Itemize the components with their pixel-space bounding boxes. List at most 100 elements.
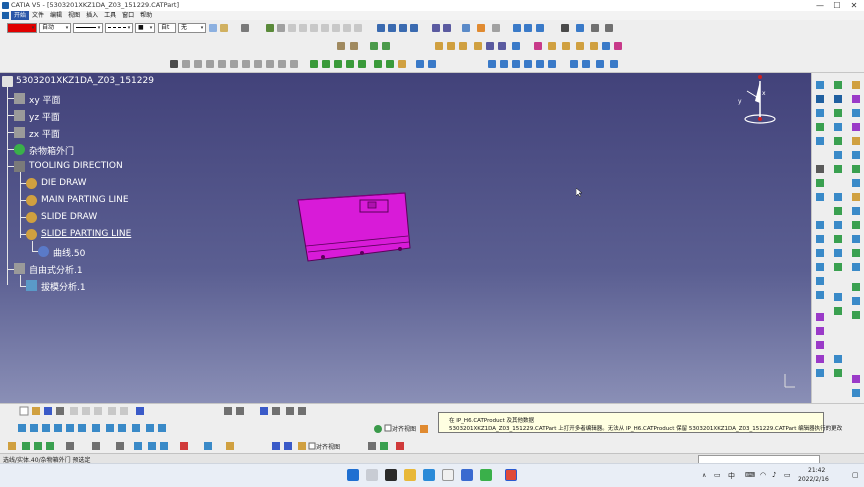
paint-icon[interactable]	[220, 24, 228, 32]
plane-icon[interactable]	[288, 24, 296, 32]
shading-icon[interactable]	[596, 60, 604, 68]
tool-icon[interactable]	[816, 235, 824, 243]
app-icon[interactable]	[442, 469, 454, 481]
snap-point-icon[interactable]	[416, 60, 424, 68]
rectangle-icon[interactable]	[218, 60, 226, 68]
plane-icon[interactable]	[14, 93, 25, 104]
tool-icon[interactable]	[66, 442, 74, 450]
tool-icon[interactable]	[420, 425, 428, 433]
sketch-tools-icon[interactable]	[428, 60, 436, 68]
tool-icon[interactable]	[852, 123, 860, 131]
body-icon[interactable]	[14, 144, 25, 155]
tool-icon[interactable]	[92, 442, 100, 450]
point-symbol-combo[interactable]: ■ ▾	[135, 23, 155, 33]
tool-icon[interactable]	[368, 442, 376, 450]
trim-icon[interactable]	[536, 24, 544, 32]
boolean-icon[interactable]	[486, 42, 494, 50]
shaft-icon[interactable]	[370, 42, 378, 50]
tool-icon[interactable]	[834, 151, 842, 159]
undo-icon[interactable]	[108, 407, 116, 415]
ime-icon[interactable]: ⌨	[745, 471, 755, 479]
wifi-icon[interactable]: ◠	[760, 471, 766, 479]
tool-icon[interactable]	[834, 123, 842, 131]
tool-icon[interactable]	[816, 291, 824, 299]
tool-icon[interactable]	[34, 442, 42, 450]
tool-icon[interactable]	[834, 109, 842, 117]
grid-icon[interactable]	[277, 24, 285, 32]
plane-icon[interactable]	[14, 127, 25, 138]
multi-view-icon[interactable]	[106, 424, 114, 432]
tool-icon[interactable]	[834, 235, 842, 243]
catia-taskbar-icon[interactable]	[505, 469, 517, 481]
align-view-checkbox-2[interactable]	[308, 442, 316, 450]
tool-icon[interactable]	[816, 137, 824, 145]
ime-indicator[interactable]: 中	[728, 471, 735, 481]
tool-icon[interactable]	[834, 95, 842, 103]
draft-analysis-icon[interactable]	[576, 24, 584, 32]
print-icon[interactable]	[56, 407, 64, 415]
tool-icon[interactable]	[816, 313, 824, 321]
tool-icon[interactable]	[134, 442, 142, 450]
minimize-button[interactable]: —	[812, 0, 828, 11]
align-view-checkbox[interactable]	[384, 424, 392, 432]
comment-icon[interactable]	[236, 407, 244, 415]
swap-space-icon[interactable]	[158, 424, 166, 432]
tool-icon[interactable]	[816, 193, 824, 201]
cutpart-icon[interactable]	[194, 60, 202, 68]
tool-icon[interactable]	[834, 221, 842, 229]
extrude-icon[interactable]	[443, 24, 451, 32]
pan-icon[interactable]	[512, 60, 520, 68]
tool-icon[interactable]	[816, 355, 824, 363]
menu-start[interactable]: 开始	[11, 11, 30, 20]
network-icon[interactable]: ▭	[714, 471, 721, 479]
geometric-set-icon[interactable]	[26, 229, 37, 240]
compass-icon[interactable]: y x	[735, 73, 785, 125]
tool-icon[interactable]	[148, 442, 156, 450]
tool-icon[interactable]	[834, 307, 842, 315]
catalog-icon[interactable]	[286, 407, 294, 415]
normal-view-icon[interactable]	[570, 60, 578, 68]
tool-icon[interactable]	[852, 297, 860, 305]
menu-file[interactable]: 文件	[29, 11, 47, 20]
redo-icon[interactable]	[120, 407, 128, 415]
fly-icon[interactable]	[500, 60, 508, 68]
shell-icon[interactable]	[459, 42, 467, 50]
chamfer-icon[interactable]	[447, 42, 455, 50]
tool-icon[interactable]	[816, 341, 824, 349]
geometric-set-icon[interactable]	[26, 195, 37, 206]
tool-icon[interactable]	[834, 249, 842, 257]
update-icon[interactable]	[488, 60, 496, 68]
analysis-icon[interactable]	[14, 263, 25, 274]
tray-chevron-icon[interactable]: ∧	[702, 472, 706, 479]
tool-icon[interactable]	[852, 311, 860, 319]
edge-icon[interactable]	[423, 469, 435, 481]
file-explorer-icon[interactable]	[404, 469, 416, 481]
tool-icon[interactable]	[816, 369, 824, 377]
spline-icon[interactable]	[388, 24, 396, 32]
fill-icon[interactable]	[477, 24, 485, 32]
add-icon[interactable]	[498, 42, 506, 50]
tree-root-label[interactable]: 5303201XKZ1DA_Z03_151229	[16, 76, 154, 86]
dimension-icon[interactable]	[290, 60, 298, 68]
operation-icon[interactable]	[310, 60, 318, 68]
tree-item-tooling-direction[interactable]: TOOLING DIRECTION	[29, 161, 123, 171]
symmetry-icon[interactable]	[576, 42, 584, 50]
app-icon[interactable]	[461, 469, 473, 481]
wechat-icon[interactable]	[480, 469, 492, 481]
axis-icon[interactable]	[321, 24, 329, 32]
snap-icon[interactable]	[605, 24, 613, 32]
draft-analysis-icon[interactable]	[26, 280, 37, 291]
tool-icon[interactable]	[284, 442, 292, 450]
tool-icon[interactable]	[272, 442, 280, 450]
menu-view[interactable]: 视图	[65, 11, 83, 20]
project-3d-icon[interactable]	[358, 60, 366, 68]
maximize-button[interactable]: ☐	[829, 0, 845, 11]
tool-icon[interactable]	[852, 375, 860, 383]
linetype-combo[interactable]: ▾	[105, 23, 133, 33]
tool-icon[interactable]	[834, 193, 842, 201]
tool-icon[interactable]	[852, 81, 860, 89]
tree-item-die-draw[interactable]: DIE DRAW	[41, 178, 87, 188]
layer-icon[interactable]	[260, 407, 268, 415]
geometric-set-icon[interactable]	[14, 161, 25, 172]
tool-icon[interactable]	[852, 137, 860, 145]
